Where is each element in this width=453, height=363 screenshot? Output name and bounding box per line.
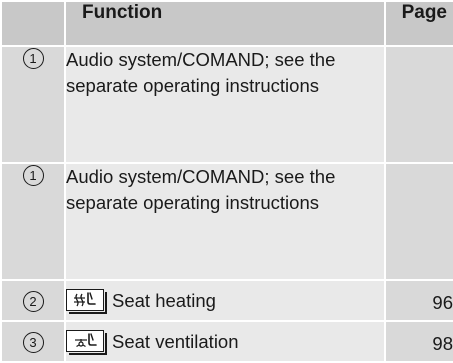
- page-cell: 98: [384, 320, 453, 363]
- function-table: Function Page 1 Audio system/COMAND; see…: [0, 0, 453, 363]
- function-label: Seat heating: [112, 290, 216, 311]
- row-number-cell: 1: [0, 45, 66, 164]
- page-cell: [384, 45, 453, 164]
- function-cell: Seat heating: [64, 279, 386, 322]
- callout-number: 1: [22, 165, 44, 186]
- row-number-cell: 1: [0, 162, 66, 281]
- callout-number: 3: [22, 332, 44, 353]
- function-cell: Audio system/COMAND; see the separate op…: [64, 45, 386, 164]
- header-number: [0, 0, 66, 47]
- function-cell: Seat ventilation: [64, 320, 386, 363]
- function-cell: Audio system/COMAND; see the separate op…: [64, 162, 386, 281]
- row-number-cell: 3: [0, 320, 66, 363]
- page-cell: [384, 162, 453, 281]
- callout-number: 2: [22, 291, 44, 312]
- table-row: 1 Audio system/COMAND; see the separate …: [0, 162, 453, 281]
- callout-number: 1: [22, 48, 44, 69]
- seat-heating-icon: [66, 289, 107, 314]
- page-cell: 96: [384, 279, 453, 322]
- table-row: 1 Audio system/COMAND; see the separate …: [0, 45, 453, 164]
- header-function: Function: [64, 0, 386, 47]
- table-row: 2 Seat heating 96: [0, 279, 453, 322]
- table-row: 3 Seat ventilation 98: [0, 320, 453, 363]
- function-label: Seat ventilation: [112, 331, 239, 352]
- table-header-row: Function Page: [0, 0, 453, 47]
- header-page: Page: [384, 0, 453, 47]
- seat-ventilation-icon: [66, 330, 107, 355]
- row-number-cell: 2: [0, 279, 66, 322]
